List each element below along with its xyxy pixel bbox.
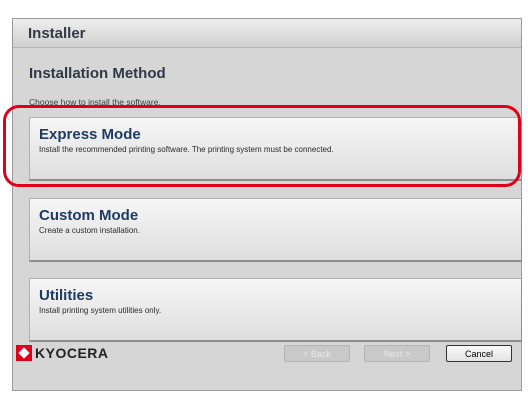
utilities-title: Utilities xyxy=(39,287,94,304)
custom-mode-description: Create a custom installation. xyxy=(39,226,140,235)
title-bar: Installer xyxy=(13,19,521,48)
express-mode-highlight xyxy=(3,105,521,187)
custom-mode-title: Custom Mode xyxy=(39,207,139,224)
cancel-button[interactable]: Cancel xyxy=(446,345,512,362)
page-heading: Installation Method xyxy=(29,65,166,82)
custom-mode-button[interactable]: Custom Mode Create a custom installation… xyxy=(29,198,522,262)
kyocera-logo-icon xyxy=(16,345,32,361)
logo-text: KYOCERA xyxy=(35,345,109,361)
next-button[interactable]: Next > xyxy=(364,345,430,362)
kyocera-logo: KYOCERA xyxy=(16,345,109,361)
utilities-button[interactable]: Utilities Install printing system utilit… xyxy=(29,278,522,342)
back-button[interactable]: < Back xyxy=(284,345,350,362)
window-title: Installer xyxy=(28,25,86,42)
installer-window: Installer Installation Method Choose how… xyxy=(12,18,522,391)
utilities-description: Install printing system utilities only. xyxy=(39,306,162,315)
